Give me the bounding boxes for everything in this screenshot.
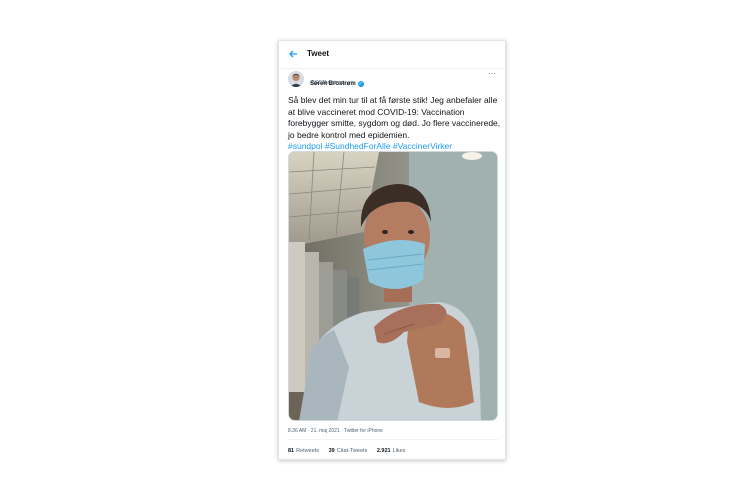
tweet-card: Tweet Søren Brostrøm ✓ @SSTbrostrom ··· S… — [278, 40, 506, 460]
retweets-label: Retweets — [296, 448, 320, 454]
tweet-header: Tweet — [279, 41, 505, 69]
page-title: Tweet — [307, 49, 330, 58]
likes-stat[interactable]: 2.921 Likes — [377, 448, 406, 454]
more-options-icon[interactable]: ··· — [488, 69, 496, 78]
hashtags[interactable]: #sundpol #SundhedForAlle #VaccinerVirker — [288, 141, 452, 151]
retweets-count: 81 — [288, 448, 295, 454]
quotes-count: 39 — [328, 448, 335, 454]
quotes-stat[interactable]: 39 Citat-Tweets — [329, 448, 368, 454]
divider — [288, 439, 498, 440]
retweets-stat[interactable]: 81 Retweets — [288, 448, 319, 454]
tweet-stats: 81 Retweets 39 Citat-Tweets 2.921 Likes — [288, 448, 502, 454]
arrow-left-icon[interactable] — [287, 48, 299, 60]
author-handle[interactable]: @SSTbrostrom — [310, 80, 345, 86]
likes-label: Likes — [392, 448, 406, 454]
quotes-label: Citat-Tweets — [336, 448, 368, 454]
tweet-body: Så blev det min tur til at få første sti… — [288, 95, 501, 140]
tweet-photo[interactable] — [288, 151, 498, 421]
tweet-text: Så blev det min tur til at få første sti… — [288, 95, 502, 153]
verified-badge-icon: ✓ — [357, 81, 364, 87]
photo-man-vaccination — [289, 152, 497, 420]
tweet-meta[interactable]: 8.36 AM · 21. maj 2021 · Twitter for iPh… — [288, 428, 502, 434]
avatar[interactable] — [288, 71, 304, 87]
likes-count: 2.921 — [376, 448, 391, 454]
